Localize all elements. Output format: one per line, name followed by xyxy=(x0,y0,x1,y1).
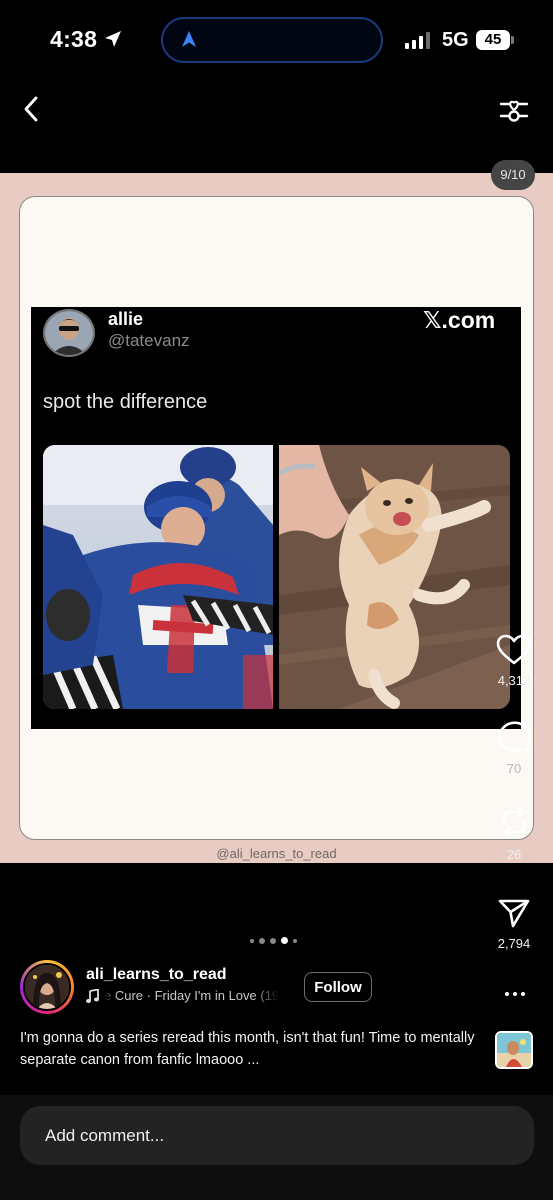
carousel-dot xyxy=(270,937,276,944)
repost-action[interactable]: 26 xyxy=(489,804,539,862)
tweet-author-handle: @tatevanz xyxy=(108,331,190,350)
signal-strength-icon xyxy=(405,31,430,49)
status-bar: 4:38 5G 45 xyxy=(0,0,553,80)
author-avatar[interactable] xyxy=(20,960,74,1014)
post-caption[interactable]: I'm gonna do a series reread this month,… xyxy=(20,1027,478,1071)
navigation-arrow-icon xyxy=(182,31,196,47)
carousel-dot xyxy=(259,937,265,944)
image-watermark: @ali_learns_to_read xyxy=(216,846,337,861)
status-time: 4:38 xyxy=(50,26,98,52)
page-counter: 9/10 xyxy=(491,160,535,190)
share-count: 2,794 xyxy=(497,936,531,951)
dynamic-island[interactable] xyxy=(161,17,383,63)
more-options-button[interactable] xyxy=(500,984,530,1004)
comment-action[interactable]: 70 xyxy=(489,720,539,776)
battery-icon: 45 xyxy=(476,30,510,50)
music-track-text: e Cure · Friday I'm in Love (19 xyxy=(104,988,280,1003)
heart-icon xyxy=(496,634,532,665)
like-count: 4,312 xyxy=(497,673,531,688)
send-icon xyxy=(498,899,530,928)
repost-icon xyxy=(502,805,526,839)
carousel-dot-active xyxy=(281,937,288,944)
author-username[interactable]: ali_learns_to_read xyxy=(86,966,227,984)
like-action[interactable]: 4,312 xyxy=(489,634,539,688)
comment-bubble-icon xyxy=(498,721,531,753)
music-album-thumbnail[interactable] xyxy=(495,1031,533,1069)
embedded-tweet: allie @tatevanz 𝕏.com spot the differenc… xyxy=(31,307,521,729)
hockey-photo xyxy=(43,445,273,709)
music-attribution[interactable]: e Cure · Friday I'm in Love (19 xyxy=(86,988,292,1003)
carousel-dot xyxy=(250,938,254,943)
filter-sliders-icon xyxy=(499,100,529,122)
share-action[interactable]: 2,794 xyxy=(489,897,539,951)
comment-input[interactable] xyxy=(20,1106,534,1165)
music-note-icon xyxy=(86,988,99,1003)
more-dots-icon xyxy=(505,992,509,996)
network-type: 5G xyxy=(442,29,469,51)
tweet-text: spot the difference xyxy=(43,391,208,413)
tweet-author-name: allie xyxy=(108,309,144,329)
x-logo-text: 𝕏.com xyxy=(423,307,496,333)
tweet-avatar xyxy=(43,309,95,357)
back-chevron-icon xyxy=(24,96,38,122)
follow-button[interactable]: Follow xyxy=(304,972,372,1002)
carousel-indicator xyxy=(250,937,297,944)
location-arrow-icon xyxy=(105,31,121,47)
kitten-photo xyxy=(279,445,510,709)
battery-tip xyxy=(511,36,514,44)
back-button[interactable] xyxy=(14,92,48,126)
repost-count: 26 xyxy=(506,847,522,862)
filter-button[interactable] xyxy=(496,92,532,128)
comment-count: 70 xyxy=(506,761,522,776)
carousel-dot xyxy=(293,938,297,943)
